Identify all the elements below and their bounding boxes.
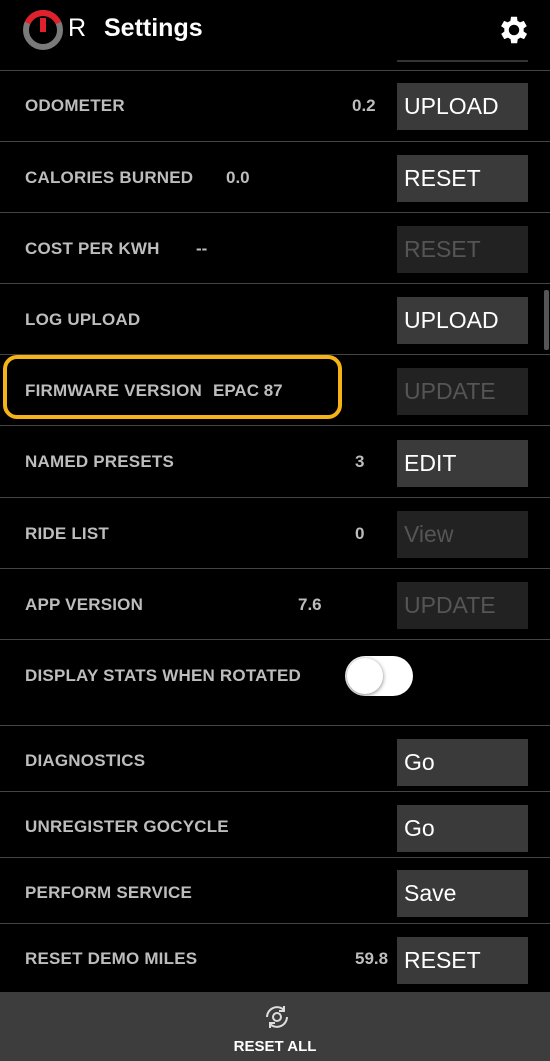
page-title: Settings (104, 14, 203, 42)
cost-reset-button[interactable]: RESET (397, 226, 528, 273)
setting-row-log-upload: LOG UPLOAD UPLOAD (0, 283, 550, 355)
setting-label: APP VERSION (25, 595, 144, 614)
logo-letter: R (68, 14, 87, 42)
setting-label: RIDE LIST (25, 524, 109, 543)
setting-label: NAMED PRESETS (25, 452, 175, 471)
gear-icon[interactable] (496, 12, 532, 48)
setting-label: COST PER KWH (25, 239, 160, 258)
setting-row-diagnostics: DIAGNOSTICS Go (0, 725, 550, 792)
setting-label: CALORIES BURNED (25, 168, 194, 187)
setting-row-perform-service: PERFORM SERVICE Save (0, 857, 550, 924)
setting-row-unregister: UNREGISTER GOCYCLE Go (0, 791, 550, 858)
setting-row-calories-burned: CALORIES BURNED 0.0 RESET (0, 141, 550, 213)
setting-row-display-stats: DISPLAY STATS WHEN ROTATED (0, 639, 550, 726)
setting-value: -- (196, 239, 208, 258)
setting-row-named-presets: NAMED PRESETS 3 EDIT (0, 425, 550, 498)
setting-label: UNREGISTER GOCYCLE (25, 817, 229, 836)
app-update-button[interactable]: UPDATE (397, 582, 528, 629)
setting-label: LOG UPLOAD (25, 310, 141, 329)
setting-label: ODOMETER (25, 96, 125, 115)
unregister-go-button[interactable]: Go (397, 805, 528, 852)
setting-row-ride-list: RIDE LIST 0 View (0, 497, 550, 569)
reset-all-icon[interactable] (262, 1002, 292, 1032)
power-ring-logo (23, 10, 63, 50)
diagnostics-go-button[interactable]: Go (397, 739, 528, 786)
setting-row-app-version: APP VERSION 7.6 UPDATE (0, 568, 550, 640)
reset-all-label[interactable]: RESET ALL (0, 1038, 550, 1055)
setting-label: DIAGNOSTICS (25, 751, 146, 770)
presets-edit-button[interactable]: EDIT (397, 440, 528, 487)
toggle-knob (347, 658, 383, 694)
setting-row-reset-demo-miles: RESET DEMO MILES 59.8 RESET (0, 923, 550, 993)
setting-value: 7.6 (298, 595, 322, 614)
service-save-button[interactable]: Save (397, 870, 528, 917)
setting-row-odometer: ODOMETER 0.2 UPLOAD (0, 70, 550, 141)
setting-value: 3 (355, 452, 365, 471)
setting-row-cost-per-kwh: COST PER KWH -- RESET (0, 212, 550, 284)
firmware-update-button[interactable]: UPDATE (397, 368, 528, 415)
setting-value: EPAC 87 (213, 381, 283, 400)
calories-reset-button[interactable]: RESET (397, 155, 528, 202)
setting-label: DISPLAY STATS WHEN ROTATED (25, 666, 301, 685)
scrolled-button-edge (397, 52, 528, 62)
setting-value: 0 (355, 524, 365, 543)
setting-value: 0.0 (226, 168, 250, 187)
setting-label: PERFORM SERVICE (25, 883, 193, 902)
odometer-upload-button[interactable]: UPLOAD (397, 83, 528, 130)
setting-label: FIRMWARE VERSION (25, 381, 202, 400)
setting-value: 59.8 (355, 949, 389, 968)
setting-label: RESET DEMO MILES (25, 949, 198, 968)
ride-list-view-button[interactable]: View (397, 511, 528, 558)
log-upload-button[interactable]: UPLOAD (397, 297, 528, 344)
demo-miles-reset-button[interactable]: RESET (397, 937, 528, 984)
display-stats-toggle[interactable] (345, 656, 413, 696)
setting-row-firmware-version: FIRMWARE VERSION EPAC 87 UPDATE (0, 354, 550, 426)
scrollbar[interactable] (544, 290, 549, 350)
setting-value: 0.2 (352, 96, 376, 115)
